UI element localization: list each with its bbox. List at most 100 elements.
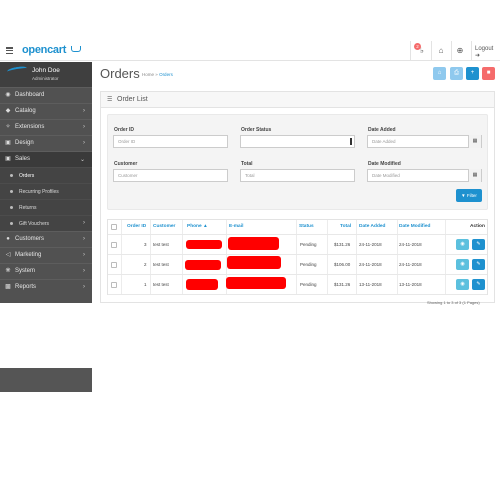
redacted-email [228, 237, 279, 250]
sidebar-item-system[interactable]: ❋ System › [0, 263, 92, 279]
view-button[interactable]: ◉ [456, 259, 469, 270]
cell-date-added: 13-11-2018 [359, 282, 382, 287]
view-button[interactable]: ◉ [456, 279, 469, 290]
logout-label: Logout [475, 46, 494, 52]
chevron-right-icon: › [83, 220, 85, 226]
home-icon: ⌂ [437, 70, 442, 76]
panel-heading: ☰ Order List [101, 92, 494, 108]
select-all-checkbox[interactable] [111, 224, 117, 230]
filter-button-label: Filter [466, 193, 477, 198]
cell-date-added: 24-11-2018 [359, 262, 382, 267]
date-added-input[interactable]: Date Added ▦ [367, 135, 482, 148]
chevron-right-icon: › [83, 252, 85, 258]
edit-button[interactable]: ✎ [472, 259, 485, 270]
edit-button[interactable]: ✎ [472, 279, 485, 290]
row-checkbox[interactable] [111, 262, 117, 268]
order-id-input[interactable]: Order ID [113, 135, 228, 148]
total-input[interactable]: Total [240, 169, 355, 182]
calendar-icon[interactable]: ▦ [468, 135, 481, 148]
header-divider [431, 41, 432, 61]
sidebar-item-extensions[interactable]: ✧ Extensions › [0, 119, 92, 135]
edit-button[interactable]: ✎ [472, 239, 485, 250]
chevron-right-icon: › [83, 236, 85, 242]
col-date-added[interactable]: Date Added [359, 224, 385, 229]
chevron-right-icon: › [83, 268, 85, 274]
sidebar-subitem-gift-vouchers[interactable]: Gift Vouchers › [0, 215, 92, 231]
cog-icon: ❋ [5, 268, 11, 274]
table-header-row: Order ID Customer Phone ▲ E-mail Status … [108, 220, 487, 235]
col-date-modified[interactable]: Date Modified [399, 224, 430, 229]
col-email[interactable]: E-mail [229, 224, 243, 229]
cart-icon: ▣ [5, 156, 11, 162]
chevron-right-icon: › [83, 284, 85, 290]
sidebar-item-label: Design [15, 140, 34, 146]
add-button[interactable]: + [466, 67, 479, 80]
pagination-text: Showing 1 to 3 of 3 (1 Pages) [427, 300, 480, 305]
print-button[interactable]: ⎙ [450, 67, 463, 80]
sidebar-item-label: Sales [15, 156, 31, 162]
col-customer[interactable]: Customer [153, 224, 175, 229]
opencart-logo[interactable]: opencart [22, 44, 81, 56]
list-icon: ☰ [107, 97, 113, 103]
sidebar-subitem-returns[interactable]: Returns [0, 199, 92, 215]
plus-icon: + [470, 70, 475, 76]
cell-date-modified: 13-11-2018 [399, 282, 422, 287]
share-icon: ◁ [5, 252, 11, 258]
filter-button[interactable]: ▼ Filter [456, 189, 482, 202]
trash-icon: ■ [486, 70, 491, 76]
sidebar-item-reports[interactable]: ▩ Reports › [0, 279, 92, 295]
calendar-icon[interactable]: ▦ [468, 169, 481, 182]
bar-chart-icon: ▩ [5, 284, 11, 290]
table-row: 3 test test Pending $131.26 24-11-2018 2… [108, 235, 487, 255]
pencil-icon: ✎ [476, 281, 481, 287]
chevron-down-icon: ⌄ [79, 157, 85, 163]
row-checkbox[interactable] [111, 282, 117, 288]
redacted-phone [186, 279, 218, 290]
redacted-email [226, 277, 286, 289]
user-profile[interactable]: John Doe Administrator [0, 62, 92, 87]
date-added-placeholder: Date Added [372, 139, 396, 144]
customer-input[interactable]: Customer [113, 169, 228, 182]
sidebar-subitem-recurring-profiles[interactable]: Recurring Profiles [0, 183, 92, 199]
pencil-icon: ✎ [476, 241, 481, 247]
col-status[interactable]: Status [299, 224, 314, 229]
user-role: Administrator [32, 76, 59, 81]
delete-button[interactable]: ■ [482, 67, 495, 80]
cell-total: $106.00 [334, 262, 351, 267]
hamburger-icon[interactable] [6, 47, 13, 55]
col-total[interactable]: Total [340, 224, 351, 229]
chevron-right-icon: › [83, 140, 85, 146]
sidebar-item-sales[interactable]: ▣ Sales ⌄ [0, 151, 92, 167]
user-name: John Doe [32, 67, 60, 74]
sidebar-item-marketing[interactable]: ◁ Marketing › [0, 247, 92, 263]
date-modified-placeholder: Date Modified [372, 173, 400, 178]
date-modified-input[interactable]: Date Modified ▦ [367, 169, 482, 182]
sidebar-subitem-label: Returns [19, 205, 37, 211]
select-caret-icon [350, 138, 352, 145]
logout-link[interactable]: Logout ➜ [475, 46, 500, 59]
life-ring-icon[interactable]: ⊕ [454, 45, 466, 57]
sidebar-item-dashboard[interactable]: ◉ Dashboard [0, 87, 92, 103]
breadcrumb-current[interactable]: Orders [159, 72, 173, 77]
table-row: 1 test test Pending $131.26 13-11-2018 1… [108, 275, 487, 295]
home-button[interactable]: ⌂ [433, 67, 446, 80]
sidebar-item-customers[interactable]: ● Customers › [0, 231, 92, 247]
sidebar-item-label: Reports [15, 284, 37, 290]
row-checkbox[interactable] [111, 242, 117, 248]
sidebar-item-catalog[interactable]: ◆ Catalog › [0, 103, 92, 119]
bullet-icon [10, 190, 13, 193]
order-status-label: Order Status [241, 127, 272, 133]
view-button[interactable]: ◉ [456, 239, 469, 250]
breadcrumb: Home » Orders [142, 72, 173, 77]
cell-order-id: 2 [144, 262, 147, 267]
home-icon[interactable]: ⌂ [435, 45, 447, 57]
cell-customer: test test [153, 282, 169, 287]
sidebar-subitem-orders[interactable]: Orders [0, 167, 92, 183]
sidebar-subitem-label: Gift Vouchers [19, 221, 50, 227]
col-order-id[interactable]: Order ID [127, 224, 146, 229]
col-phone[interactable]: Phone ▲ [187, 224, 208, 229]
order-status-select[interactable] [240, 135, 355, 148]
breadcrumb-home[interactable]: Home [142, 72, 154, 77]
sidebar-item-design[interactable]: ▣ Design › [0, 135, 92, 151]
sidebar-item-label: Dashboard [15, 92, 45, 98]
